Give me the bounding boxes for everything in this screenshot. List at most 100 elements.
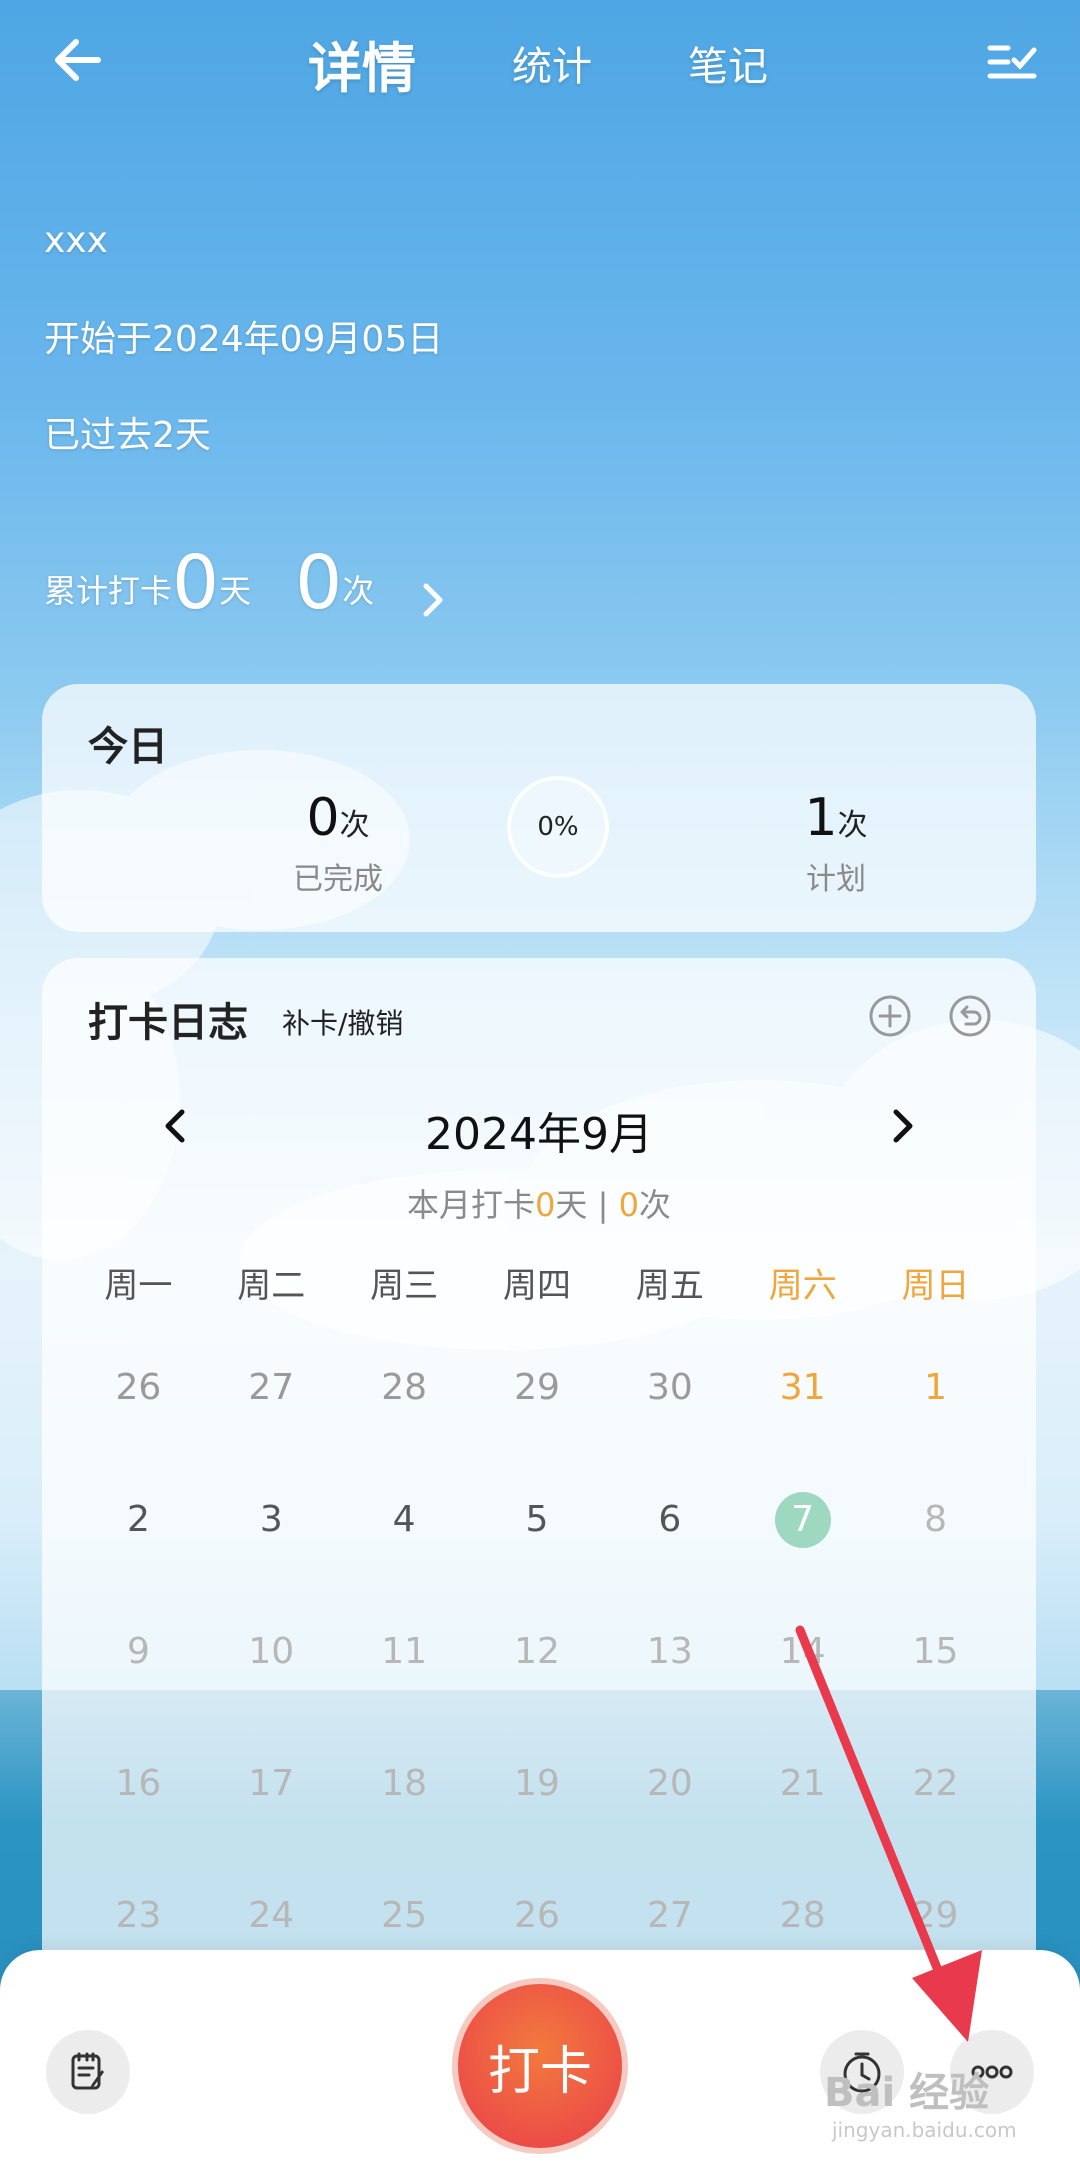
- calendar-day[interactable]: 6: [603, 1492, 736, 1548]
- calendar-day[interactable]: 30: [603, 1360, 736, 1416]
- calendar-day-today[interactable]: 7: [736, 1492, 869, 1548]
- calendar-day[interactable]: 25: [338, 1888, 471, 1944]
- calendar-day[interactable]: 29: [471, 1360, 604, 1416]
- month-summary-days: 0: [535, 1186, 556, 1224]
- watermark-brand: Bai 经验: [824, 2070, 990, 2116]
- undo-circle-icon[interactable]: [948, 994, 992, 1038]
- calendar-day[interactable]: 27: [603, 1888, 736, 1944]
- calendar-day[interactable]: 23: [72, 1888, 205, 1944]
- calendar-day[interactable]: 21: [736, 1756, 869, 1812]
- calendar-day[interactable]: 29: [869, 1888, 1002, 1944]
- cumulative-times: 0: [295, 540, 343, 626]
- log-subtitle[interactable]: 补卡/撤销: [282, 1002, 403, 1042]
- calendar-day-number: 27: [646, 1895, 693, 1936]
- plan-value: 1: [804, 788, 838, 848]
- calendar-day-number: 4: [392, 1499, 416, 1540]
- calendar-day[interactable]: 10: [205, 1624, 338, 1680]
- calendar-day[interactable]: 22: [869, 1756, 1002, 1812]
- watermark-url: jingyan.baidu.com: [832, 2118, 1017, 2142]
- calendar-day-number: 11: [381, 1631, 428, 1672]
- today-card: 今日 0次 已完成 0% 1次 计划: [42, 684, 1036, 932]
- cumulative-times-unit: 次: [342, 572, 375, 610]
- calendar-day[interactable]: 31: [736, 1360, 869, 1416]
- calendar-day[interactable]: 4: [338, 1492, 471, 1548]
- calendar-day[interactable]: 15: [869, 1624, 1002, 1680]
- log-title: 打卡日志: [88, 1000, 248, 1046]
- checkin-log-card: 打卡日志 补卡/撤销 2024年9月 本月打卡0天 | 0次 周一 周二 周三 周四周…: [42, 958, 1036, 2018]
- weekday-label: 周三: [370, 1266, 439, 1306]
- calendar-day[interactable]: 11: [338, 1624, 471, 1680]
- checklist-icon[interactable]: [986, 40, 1038, 84]
- completed-value: 0: [306, 788, 340, 848]
- cumulative-summary[interactable]: 累计打卡 0 天 0 次: [44, 540, 374, 620]
- calendar-day[interactable]: 24: [205, 1888, 338, 1944]
- calendar-day[interactable]: 19: [471, 1756, 604, 1812]
- calendar-day-number: 21: [779, 1763, 826, 1804]
- calendar-day[interactable]: 3: [205, 1492, 338, 1548]
- calendar-day-number: 13: [646, 1631, 693, 1672]
- calendar-day-number: 10: [248, 1631, 295, 1672]
- calendar-day[interactable]: 16: [72, 1756, 205, 1812]
- calendar-day-number: 7: [774, 1492, 831, 1548]
- month-summary-days-unit: 天 |: [555, 1186, 619, 1224]
- calendar-day[interactable]: 26: [72, 1360, 205, 1416]
- calendar-day[interactable]: 28: [338, 1360, 471, 1416]
- calendar-day-number: 31: [779, 1367, 826, 1408]
- calendar-day[interactable]: 18: [338, 1756, 471, 1812]
- calendar-day-number: 24: [248, 1895, 295, 1936]
- calendar-day-number: 26: [115, 1367, 162, 1408]
- weekday-label: 周六: [768, 1266, 837, 1306]
- calendar-day-number: 3: [259, 1499, 283, 1540]
- calendar-day-number: 20: [646, 1763, 693, 1804]
- note-icon: [71, 2052, 104, 2090]
- checkin-button[interactable]: 打卡: [452, 1978, 628, 2154]
- calendar-day-number: 5: [525, 1499, 549, 1540]
- tab-detail[interactable]: 详情: [308, 24, 416, 103]
- calendar-day-number: 22: [912, 1763, 959, 1804]
- calendar-day[interactable]: 26: [471, 1888, 604, 1944]
- today-title: 今日: [88, 724, 168, 770]
- habit-elapsed: 已过去2天: [44, 415, 211, 456]
- calendar-day[interactable]: 28: [736, 1888, 869, 1944]
- plan-label: 计划: [806, 862, 866, 897]
- top-nav-bar: 详情 统计 笔记: [0, 0, 1080, 120]
- completed-label: 已完成: [293, 862, 383, 897]
- chevron-right-icon[interactable]: [418, 580, 448, 620]
- month-summary: 本月打卡0天 | 0次: [42, 1180, 1036, 1226]
- cumulative-days-unit: 天: [219, 572, 252, 610]
- plan-unit: 次: [837, 808, 868, 843]
- calendar-day-number: 8: [924, 1499, 948, 1540]
- calendar-day-number: 29: [514, 1367, 560, 1408]
- calendar-day[interactable]: 14: [736, 1624, 869, 1680]
- calendar-day[interactable]: 8: [869, 1492, 1002, 1548]
- calendar-day-number: 1: [924, 1367, 948, 1408]
- tab-stats[interactable]: 统计: [512, 34, 592, 92]
- plus-circle-icon[interactable]: [868, 994, 912, 1038]
- calendar-day[interactable]: 1: [869, 1360, 1002, 1416]
- weekday-label: 周五: [635, 1266, 704, 1306]
- today-plan: 1次 计划: [736, 788, 936, 898]
- calendar-day-number: 30: [646, 1367, 693, 1408]
- calendar-day-number: 2: [126, 1499, 150, 1540]
- chevron-right-icon[interactable]: [888, 1106, 918, 1146]
- progress-ring: 0%: [507, 776, 609, 878]
- calendar-day-number: 16: [115, 1763, 162, 1804]
- calendar-day-number: 19: [514, 1763, 560, 1804]
- cumulative-days: 0: [172, 540, 220, 626]
- calendar-day[interactable]: 13: [603, 1624, 736, 1680]
- habit-start-date: 开始于2024年09月05日: [44, 319, 444, 360]
- calendar-day[interactable]: 9: [72, 1624, 205, 1680]
- calendar-day[interactable]: 2: [72, 1492, 205, 1548]
- note-button[interactable]: [46, 2030, 130, 2114]
- calendar-day[interactable]: 12: [471, 1624, 604, 1680]
- calendar-day-number: 6: [658, 1499, 682, 1540]
- calendar-day[interactable]: 17: [205, 1756, 338, 1812]
- tab-notes[interactable]: 笔记: [688, 34, 768, 92]
- calendar-day[interactable]: 20: [603, 1756, 736, 1812]
- back-arrow-icon[interactable]: [48, 30, 108, 90]
- calendar-day-number: 28: [779, 1895, 826, 1936]
- calendar-day-number: 28: [381, 1367, 428, 1408]
- today-completed: 0次 已完成: [238, 788, 438, 898]
- calendar-day[interactable]: 27: [205, 1360, 338, 1416]
- calendar-day[interactable]: 5: [471, 1492, 604, 1548]
